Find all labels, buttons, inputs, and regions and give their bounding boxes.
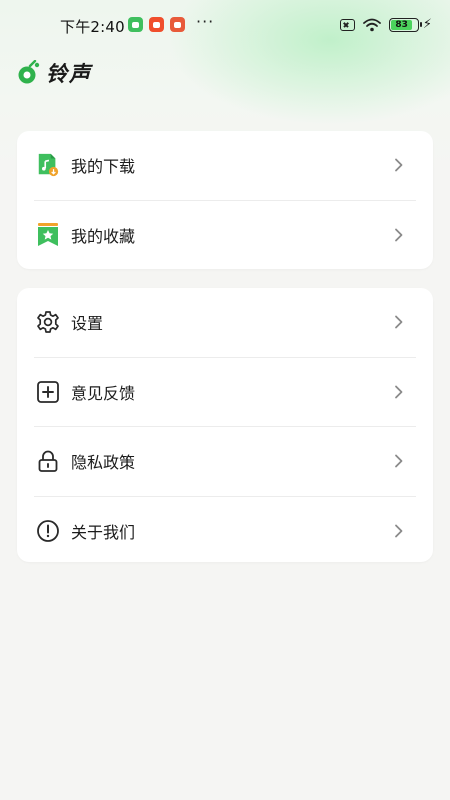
menu-item-settings[interactable]: 设置 [34,288,416,357]
wifi-icon [362,18,381,31]
app-notification-icon [149,17,164,32]
lock-icon [38,450,58,473]
plus-box-icon [37,380,59,403]
gear-icon [37,311,59,334]
music-download-icon [38,154,59,177]
menu-item-label: 我的下载 [71,157,136,177]
chevron-right-icon [395,524,403,538]
menu-item-label: 我的收藏 [71,226,136,246]
menu-item-label: 设置 [71,314,104,334]
menu-item-about-us[interactable]: 关于我们 [34,495,416,566]
menu-item-label: 意见反馈 [71,383,136,403]
menu-item-feedback[interactable]: 意见反馈 [34,356,416,427]
mi-notification-icon [170,17,185,32]
settings-card: 设置 意见反馈 隐私政策 关于我们 [17,288,433,562]
no-sim-icon [339,18,355,31]
app-title: 铃声 [46,62,92,86]
status-time: 下午2:40 [60,18,125,36]
menu-item-downloads[interactable]: 我的下载 [34,131,416,200]
chevron-right-icon [395,228,403,242]
menu-item-privacy-policy[interactable]: 隐私政策 [34,426,416,496]
chevron-right-icon [395,385,403,399]
status-right: 83 ⚡ [339,17,432,32]
notification-icons [128,17,185,32]
chevron-right-icon [395,454,403,468]
app-logo-icon [18,60,40,84]
app-header: 铃声 [16,58,92,88]
battery-level: 83 [390,19,413,30]
chevron-right-icon [395,315,403,329]
menu-item-label: 关于我们 [71,522,136,542]
my-content-card: 我的下载 我的收藏 [17,131,433,269]
status-bar: 下午2:40 ··· 83 ⚡ [0,0,450,52]
bookmark-star-icon [38,222,58,246]
info-circle-icon [37,519,59,542]
more-notifications-icon: ··· [196,12,215,31]
menu-item-favorites[interactable]: 我的收藏 [34,199,416,270]
wechat-icon [128,17,143,32]
chevron-right-icon [395,158,403,172]
menu-item-label: 隐私政策 [71,453,136,473]
battery-icon: 83 [388,17,422,32]
charging-icon: ⚡ [422,17,432,32]
